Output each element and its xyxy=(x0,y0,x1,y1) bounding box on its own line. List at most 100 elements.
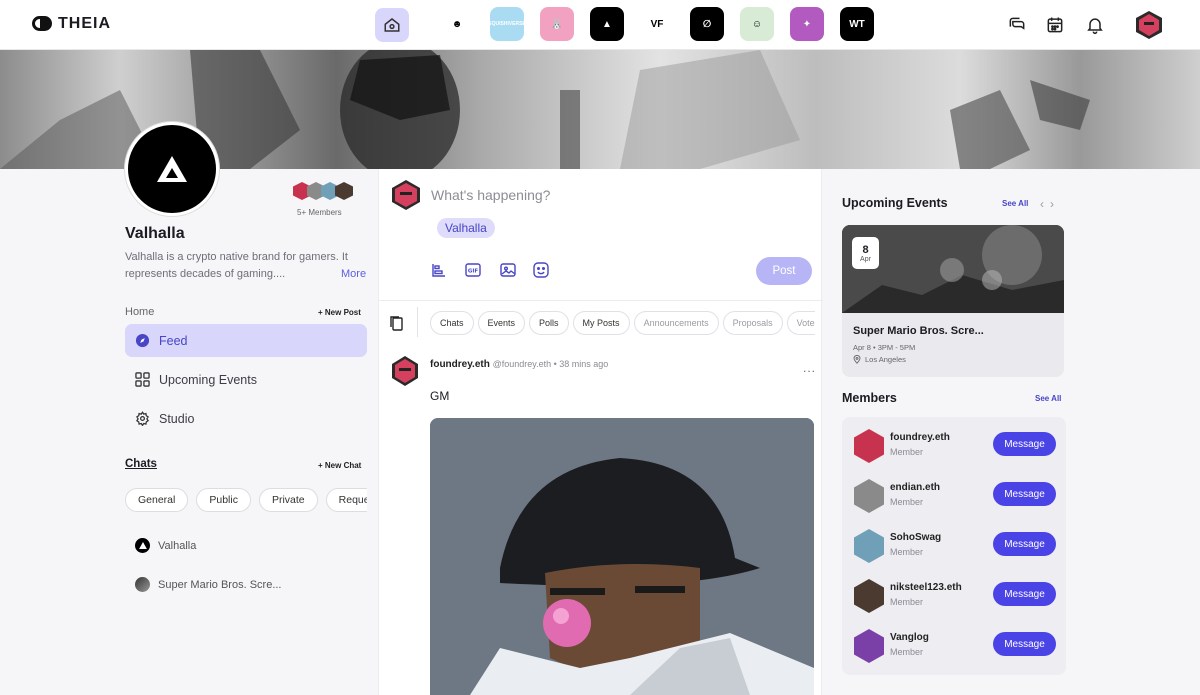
community-tile[interactable]: ∅ xyxy=(690,7,724,41)
chat-label: Super Mario Bros. Scre... xyxy=(158,578,282,591)
chats-heading[interactable]: Chats xyxy=(125,458,157,470)
chevron-right-icon[interactable]: › xyxy=(1050,197,1060,211)
location-pin-icon xyxy=(853,355,861,364)
message-button[interactable]: Message xyxy=(993,632,1056,656)
composer-input[interactable]: What's happening? xyxy=(431,187,550,203)
community-tile[interactable]: ☺ xyxy=(740,7,774,41)
nav-label: Feed xyxy=(159,333,188,348)
filter-votes[interactable]: Votes xyxy=(786,311,815,335)
member-role: Member xyxy=(890,497,924,507)
member-name[interactable]: niksteel123.eth xyxy=(890,582,962,593)
member-row: niksteel123.eth Member Message xyxy=(854,577,1059,617)
filter-proposals[interactable]: Proposals xyxy=(722,311,783,335)
calendar-icon[interactable] xyxy=(1045,15,1065,35)
chat-filter-private[interactable]: Private xyxy=(258,488,318,512)
community-tile[interactable]: WT xyxy=(840,7,874,41)
home-button[interactable] xyxy=(375,8,409,42)
post-author-name[interactable]: foundrey.eth xyxy=(430,359,490,370)
message-button[interactable]: Message xyxy=(993,482,1056,506)
event-title: Super Mario Bros. Scre... xyxy=(853,325,984,337)
nav-item-studio[interactable]: Studio xyxy=(125,402,367,435)
members-see-all[interactable]: See All xyxy=(1035,394,1061,403)
chat-item-valhalla[interactable]: Valhalla xyxy=(135,538,196,553)
members-heading: Members xyxy=(842,391,897,405)
filter-polls[interactable]: Polls xyxy=(529,311,569,335)
chevron-left-icon[interactable]: ‹ xyxy=(1040,197,1050,211)
member-avatar[interactable] xyxy=(854,529,884,563)
poll-icon[interactable] xyxy=(431,262,447,278)
events-see-all[interactable]: See All xyxy=(1002,199,1028,208)
chat-item-mario[interactable]: Super Mario Bros. Scre... xyxy=(135,577,282,592)
community-name: Valhalla xyxy=(125,225,185,242)
home-label: Home xyxy=(125,306,155,318)
top-bar: THEIA ☻ SQUISHIVERSE 🐰 ▲ VF ∅ ☺ ✦ WT xyxy=(0,0,1200,50)
member-avatar[interactable] xyxy=(854,579,884,613)
event-image: 8 Apr xyxy=(842,225,1064,313)
chat-filter-general[interactable]: General xyxy=(125,488,189,512)
filter-chats[interactable]: Chats xyxy=(430,311,474,335)
member-name[interactable]: endian.eth xyxy=(890,482,940,493)
post-button[interactable]: Post xyxy=(756,257,812,285)
bookmarks-icon[interactable] xyxy=(389,315,405,331)
emoji-icon[interactable] xyxy=(533,262,549,278)
valhalla-chat-icon xyxy=(135,538,150,553)
nav-label: Studio xyxy=(159,411,195,426)
member-name[interactable]: Vanglog xyxy=(890,632,929,643)
community-tile[interactable]: VF xyxy=(640,7,674,41)
member-name[interactable]: foundrey.eth xyxy=(890,432,950,443)
community-tile[interactable]: ▲ xyxy=(590,7,624,41)
feed-filter-row: Chats Events Polls My Posts Announcement… xyxy=(430,311,815,335)
member-row: endian.eth Member Message xyxy=(854,477,1059,517)
nav-label: Upcoming Events xyxy=(159,372,257,387)
gear-icon xyxy=(136,411,149,426)
community-tile[interactable]: 🐰 xyxy=(540,7,574,41)
new-chat-button[interactable]: + New Chat xyxy=(318,461,361,470)
filter-events[interactable]: Events xyxy=(477,311,526,335)
chat-label: Valhalla xyxy=(158,539,197,552)
chat-bubbles-icon[interactable] xyxy=(1007,15,1027,35)
svg-text:GIF: GIF xyxy=(468,269,479,275)
post-author-avatar[interactable] xyxy=(391,355,419,387)
member-row: Vanglog Member Message xyxy=(854,627,1059,667)
event-chat-icon xyxy=(135,577,150,592)
nav-item-upcoming-events[interactable]: Upcoming Events xyxy=(125,363,367,396)
event-day: 8 xyxy=(862,243,869,256)
events-heading: Upcoming Events xyxy=(842,196,948,210)
bell-icon[interactable] xyxy=(1085,15,1105,35)
message-button[interactable]: Message xyxy=(993,532,1056,556)
event-time: Apr 8 • 3PM - 5PM xyxy=(853,343,916,352)
grid-icon xyxy=(135,372,150,387)
member-avatar[interactable] xyxy=(854,479,884,513)
valhalla-logo-icon xyxy=(157,156,187,182)
message-button[interactable]: Message xyxy=(993,582,1056,606)
event-date-badge: 8 Apr xyxy=(852,237,879,269)
event-location-text: Los Angeles xyxy=(865,355,906,364)
member-role: Member xyxy=(890,447,924,457)
post-image[interactable] xyxy=(430,418,814,695)
community-tile[interactable]: ✦ xyxy=(790,7,824,41)
filter-announcements[interactable]: Announcements xyxy=(633,311,719,335)
right-sidebar: Upcoming Events See All ‹› 8 Apr Super M… xyxy=(822,169,1200,695)
image-icon[interactable] xyxy=(500,262,516,278)
community-tile[interactable]: SQUISHIVERSE xyxy=(490,7,524,41)
member-avatar[interactable] xyxy=(854,629,884,663)
member-name[interactable]: SohoSwag xyxy=(890,532,941,543)
chat-filter-public[interactable]: Public xyxy=(196,488,251,512)
community-tile[interactable]: ☻ xyxy=(440,7,474,41)
event-card[interactable]: 8 Apr Super Mario Bros. Scre... Apr 8 • … xyxy=(842,225,1064,377)
post-options-button[interactable]: ... xyxy=(803,361,816,375)
gif-icon[interactable]: GIF xyxy=(465,262,481,278)
community-avatar xyxy=(125,122,219,216)
new-post-button[interactable]: + New Post xyxy=(318,308,361,317)
member-avatar-stack[interactable] xyxy=(293,182,353,200)
chat-filter-requests[interactable]: Requests xyxy=(325,488,367,512)
profile-avatar[interactable] xyxy=(1134,10,1164,40)
theia-logo[interactable]: THEIA xyxy=(32,14,111,34)
filter-my-posts[interactable]: My Posts xyxy=(572,311,630,335)
message-button[interactable]: Message xyxy=(993,432,1056,456)
member-avatar[interactable] xyxy=(854,429,884,463)
member-count: 5+ Members xyxy=(297,208,342,217)
more-link[interactable]: More xyxy=(341,266,366,283)
community-tag[interactable]: Valhalla xyxy=(437,218,495,238)
nav-item-feed[interactable]: Feed xyxy=(125,324,367,357)
